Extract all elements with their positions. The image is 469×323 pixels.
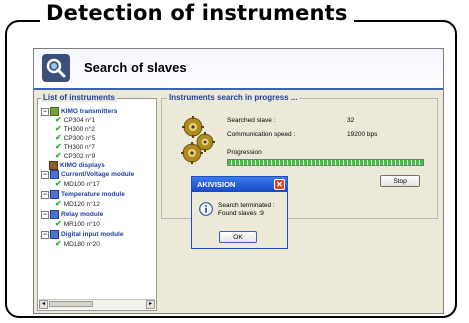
check-icon: ✔: [55, 133, 62, 142]
module-icon: [50, 190, 59, 199]
tree-item-label: MD100 n°17: [63, 181, 100, 188]
tree-item-label: MD180 n°20: [63, 241, 100, 248]
check-icon: ✔: [55, 239, 62, 248]
tree-group-label: KIMO displays: [60, 162, 105, 170]
tree-item-label: CP302 n°9: [63, 153, 96, 160]
tree-item-label: TH300 n°2: [63, 126, 95, 133]
module-icon: [50, 170, 59, 179]
tree-group-label: Current/Voltage module: [61, 171, 135, 179]
check-icon: ✔: [55, 199, 62, 208]
module-icon: [50, 210, 59, 219]
tree-item-label: CP304 n°1: [63, 117, 96, 124]
tree-group-kimo-displays[interactable]: KIMO displays: [49, 161, 105, 170]
dialog-message-line2: Found slaves :9: [218, 210, 264, 217]
scroll-left-icon[interactable]: ◂: [39, 300, 48, 309]
info-icon: [199, 202, 213, 216]
close-icon[interactable]: ✕: [274, 179, 285, 190]
tree-group-current-voltage[interactable]: − Current/Voltage module: [41, 170, 134, 179]
tree-item-label: MD120 n°12: [63, 201, 100, 208]
stop-button[interactable]: Stop: [380, 175, 420, 187]
tree-item-label: TH300 n°7: [63, 144, 95, 151]
tree-item-cp302[interactable]: ✔ CP302 n°9: [55, 152, 95, 161]
tree-item-mr100[interactable]: ✔ MR100 n°10: [55, 220, 100, 229]
tree-item-label: CP300 n°5: [63, 135, 96, 142]
check-icon: ✔: [55, 179, 62, 188]
tree-group-kimo-transmitters[interactable]: − KIMO transmitters: [41, 107, 117, 116]
tree-item-md120[interactable]: ✔ MD120 n°12: [55, 200, 100, 209]
scrollbar-thumb[interactable]: [49, 301, 93, 307]
check-icon: ✔: [55, 142, 62, 151]
collapse-icon[interactable]: −: [41, 107, 49, 116]
collapse-icon[interactable]: −: [41, 230, 49, 239]
collapse-icon[interactable]: −: [41, 170, 49, 179]
horizontal-scrollbar[interactable]: ◂ ▸: [39, 299, 155, 309]
instrument-list-title: List of instruments: [41, 93, 118, 102]
window-header: Search of slaves: [34, 49, 443, 90]
searched-slave-label: Searched slave :: [227, 117, 276, 124]
progression-label: Progression: [227, 149, 262, 156]
progress-fill: [228, 160, 423, 165]
dialog-message-line1: Search terminated :: [218, 202, 275, 209]
instrument-list-panel: List of instruments − KIMO transmitters ✔…: [37, 93, 157, 311]
tree-item-md100[interactable]: ✔ MD100 n°17: [55, 180, 100, 189]
search-result-dialog: AKIVISION ✕ Search terminated : Found sl…: [191, 176, 288, 249]
gears-icon: [181, 116, 215, 164]
dialog-title: AKIVISION: [197, 180, 236, 189]
check-icon: ✔: [55, 219, 62, 228]
search-progress-title: Instruments search in progress ...: [167, 93, 300, 102]
figure-caption: Detection of instruments: [46, 1, 348, 25]
check-icon: ✔: [55, 115, 62, 124]
window-title: Search of slaves: [84, 60, 187, 75]
tree-group-label: Temperature module: [61, 191, 125, 199]
tree-group-temperature[interactable]: − Temperature module: [41, 190, 125, 199]
check-icon: ✔: [55, 151, 62, 160]
tree-item-label: MR100 n°10: [63, 221, 100, 228]
caption-wrap: Detection of instruments: [40, 1, 354, 25]
ok-button[interactable]: OK: [219, 231, 257, 243]
tree-group-label: Relay module: [61, 211, 104, 219]
tree-item-md180[interactable]: ✔ MD180 n°20: [55, 240, 100, 249]
tree-group-label: KIMO transmitters: [61, 108, 118, 116]
dialog-titlebar[interactable]: AKIVISION ✕: [192, 177, 287, 192]
scroll-right-icon[interactable]: ▸: [146, 300, 155, 309]
tree-group-relay[interactable]: − Relay module: [41, 210, 103, 219]
instrument-tree[interactable]: − KIMO transmitters ✔ CP304 n°1 ✔ TH300 n°2…: [37, 98, 157, 311]
communication-speed-label: Communication speed :: [227, 131, 296, 138]
communication-speed-value: 19200 bps: [347, 131, 378, 138]
searched-slave-value: 32: [347, 117, 355, 124]
display-icon: [49, 161, 58, 170]
search-logo-icon: [42, 54, 70, 82]
tree-group-label: Digital input module: [61, 231, 124, 239]
search-progress-bar: [227, 159, 424, 166]
check-icon: ✔: [55, 124, 62, 133]
tree-group-digital-input[interactable]: − Digital input module: [41, 230, 123, 239]
module-icon: [50, 230, 59, 239]
collapse-icon[interactable]: −: [41, 190, 49, 199]
collapse-icon[interactable]: −: [41, 210, 49, 219]
